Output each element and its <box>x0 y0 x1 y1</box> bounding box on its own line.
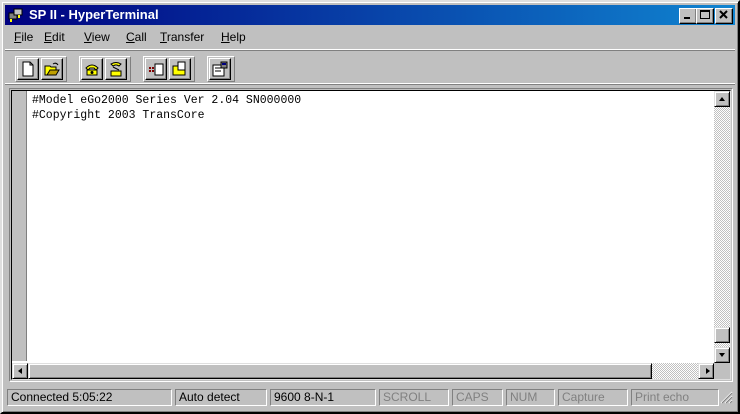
scroll-up-button[interactable] <box>714 91 730 107</box>
toolbar <box>5 50 735 84</box>
send-icon <box>149 63 164 76</box>
close-icon <box>719 10 728 19</box>
horizontal-scroll-thumb[interactable] <box>28 363 652 379</box>
menu-help[interactable]: Help <box>221 30 246 44</box>
disconnect-phone-icon <box>110 62 122 77</box>
toolbar-group-properties <box>207 56 235 82</box>
menu-file[interactable]: File <box>14 30 33 44</box>
scroll-left-button[interactable] <box>12 363 28 379</box>
toolbar-group-call <box>79 56 131 82</box>
scroll-down-button[interactable] <box>714 347 730 363</box>
toolbar-group-file <box>15 56 67 82</box>
properties-icon <box>212 61 228 77</box>
toolbar-group-transfer <box>143 56 195 82</box>
maximize-icon <box>700 10 710 19</box>
minimize-icon <box>684 17 690 19</box>
new-button[interactable] <box>17 58 39 80</box>
terminal-line: #Copyright 2003 TransCore <box>32 109 205 122</box>
window-title: SP II - HyperTerminal <box>29 7 159 22</box>
status-detect: Auto detect <box>175 389 267 406</box>
disconnect-button[interactable] <box>105 58 127 80</box>
arrow-right-icon <box>706 368 710 374</box>
receive-icon <box>172 61 186 76</box>
menu-bar: File Edit View Call Transfer Help <box>5 27 735 47</box>
arrow-down-icon <box>719 353 725 357</box>
status-capture: Capture <box>558 389 628 406</box>
minimize-button[interactable] <box>679 8 697 24</box>
menu-edit[interactable]: Edit <box>44 30 65 44</box>
hyperterminal-icon <box>8 8 23 22</box>
hyperterminal-window: SP II - HyperTerminal File Edit View Cal… <box>0 0 740 414</box>
terminal-frame: #Model eGo2000 Series Ver 2.04 SN000000 #… <box>11 90 731 380</box>
new-icon <box>22 61 34 77</box>
status-connected: Connected 5:05:22 <box>7 389 172 406</box>
maximize-button[interactable] <box>696 8 714 24</box>
vertical-scrollbar[interactable] <box>714 91 730 363</box>
menu-call[interactable]: Call <box>126 30 147 44</box>
connect-button[interactable] <box>81 58 103 80</box>
status-print-echo: Print echo <box>631 389 719 406</box>
properties-button[interactable] <box>209 58 231 80</box>
terminal-area: #Model eGo2000 Series Ver 2.04 SN000000 #… <box>9 88 733 382</box>
receive-button[interactable] <box>169 58 191 80</box>
status-caps: CAPS <box>452 389 503 406</box>
title-bar[interactable]: SP II - HyperTerminal <box>5 5 735 25</box>
connect-phone-icon <box>85 64 99 76</box>
close-button[interactable] <box>715 8 733 24</box>
terminal-screen[interactable]: #Model eGo2000 Series Ver 2.04 SN000000 #… <box>32 93 706 359</box>
scroll-right-button[interactable] <box>698 363 714 379</box>
arrow-left-icon <box>18 368 22 374</box>
resize-grip-icon[interactable] <box>720 391 733 404</box>
send-button[interactable] <box>145 58 167 80</box>
scroll-thumb[interactable] <box>714 327 730 343</box>
horizontal-scrollbar[interactable] <box>12 363 714 379</box>
open-icon <box>44 62 60 76</box>
menu-view[interactable]: View <box>84 30 110 44</box>
menu-transfer[interactable]: Transfer <box>160 30 204 44</box>
open-button[interactable] <box>41 58 63 80</box>
status-num: NUM <box>506 389 555 406</box>
status-bar: Connected 5:05:22 Auto detect 9600 8-N-1… <box>5 386 735 408</box>
scrollbar-corner <box>714 363 730 379</box>
arrow-up-icon <box>719 97 725 101</box>
terminal-margin <box>12 91 27 361</box>
status-scroll: SCROLL <box>379 389 449 406</box>
status-settings: 9600 8-N-1 <box>270 389 376 406</box>
terminal-line: #Model eGo2000 Series Ver 2.04 SN000000 <box>32 94 302 107</box>
